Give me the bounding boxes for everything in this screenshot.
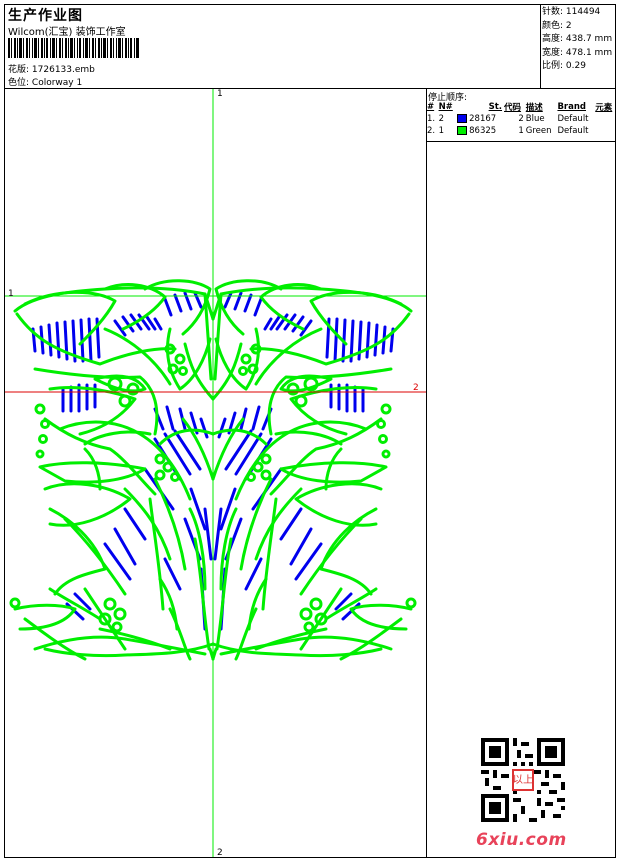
row-brand: Default [557, 114, 589, 124]
table-row: 1. 2 28167 2 Blue Default [426, 113, 616, 125]
row-description: Green [525, 126, 552, 136]
qr-stamp: 以上 [513, 774, 534, 786]
col-brand: Brand [557, 102, 586, 112]
row-brand: Default [557, 126, 589, 136]
stitches-value: 114494 [565, 7, 601, 17]
row-stitches-cell: 28167 [456, 113, 503, 125]
colorway-line: 色位: Colorway 1 [8, 75, 82, 88]
height-label: 高度: [542, 34, 564, 44]
col-element: 元素 [595, 103, 613, 113]
colorway-label: 色位: [8, 78, 30, 88]
table-bottom-rule [426, 141, 616, 142]
stitches-row: 针数: 114494 [542, 6, 612, 20]
colors-row: 颜色: 2 [542, 20, 612, 34]
site-watermark: 6xiu.com [476, 830, 567, 850]
design-file-line: 花版: 1726133.emb [8, 62, 95, 75]
design-label: 花版: [8, 65, 30, 75]
red-guide-label: 2 [413, 383, 419, 393]
scale-row: 比例: 0.29 [542, 60, 612, 74]
color-swatch [457, 126, 468, 135]
design-value: 1726133.emb [31, 65, 95, 75]
height-row: 高度: 438.7 mm [542, 33, 612, 47]
colorway-value: Colorway 1 [31, 78, 83, 88]
col-code: 代码 [504, 103, 522, 113]
stitches-label: 针数: [542, 7, 564, 17]
embroidery-design-canvas [5, 89, 426, 857]
row-element [594, 113, 616, 125]
colors-value: 2 [565, 20, 572, 31]
row-stitches: 28167 [469, 114, 497, 124]
row-element [594, 125, 616, 137]
row-stitches: 86325 [469, 126, 497, 136]
scale-value: 0.29 [565, 61, 586, 71]
vertical-guide-top-label: 1 [217, 89, 223, 99]
colors-label: 颜色: [542, 20, 564, 31]
color-swatch [457, 114, 468, 123]
scale-label: 比例: [542, 61, 564, 71]
vertical-guide-bottom-label: 2 [217, 848, 223, 858]
width-value: 478.1 mm [565, 47, 613, 58]
height-value: 438.7 mm [565, 34, 613, 44]
row-code: 2 [518, 114, 524, 124]
width-row: 宽度: 478.1 mm [542, 47, 612, 61]
row-stitches-cell: 86325 [456, 125, 503, 137]
stats-block: 针数: 114494 颜色: 2 高度: 438.7 mm 宽度: 478.1 … [542, 6, 612, 74]
studio-name: Wilcom(汇宝) 装饰工作室 [8, 27, 126, 38]
row-code: 1 [518, 126, 524, 136]
page-title: 生产作业图 [8, 8, 83, 24]
barcode-image [8, 38, 139, 58]
row-index: 2. [427, 126, 436, 136]
col-needle: N# [438, 102, 453, 112]
table-row: 2. 1 86325 1 Green Default [426, 125, 616, 137]
table-header-row: # N# St. 代码 描述 Brand 元素 [426, 101, 616, 113]
col-index: # [427, 102, 435, 112]
stats-divider [540, 4, 541, 88]
row-needle: 2 [438, 114, 444, 124]
width-label: 宽度: [542, 47, 564, 58]
col-stitches: St. [488, 102, 503, 112]
panel-divider [426, 88, 427, 858]
green-guide-label: 1 [8, 289, 14, 299]
row-description: Blue [525, 114, 545, 124]
qr-code-image: 以上 [481, 738, 565, 822]
color-sequence-table: # N# St. 代码 描述 Brand 元素 1. 2 28167 2 Blu… [426, 101, 616, 137]
col-description: 描述 [525, 103, 543, 113]
row-needle: 1 [438, 126, 444, 136]
row-index: 1. [427, 114, 436, 124]
